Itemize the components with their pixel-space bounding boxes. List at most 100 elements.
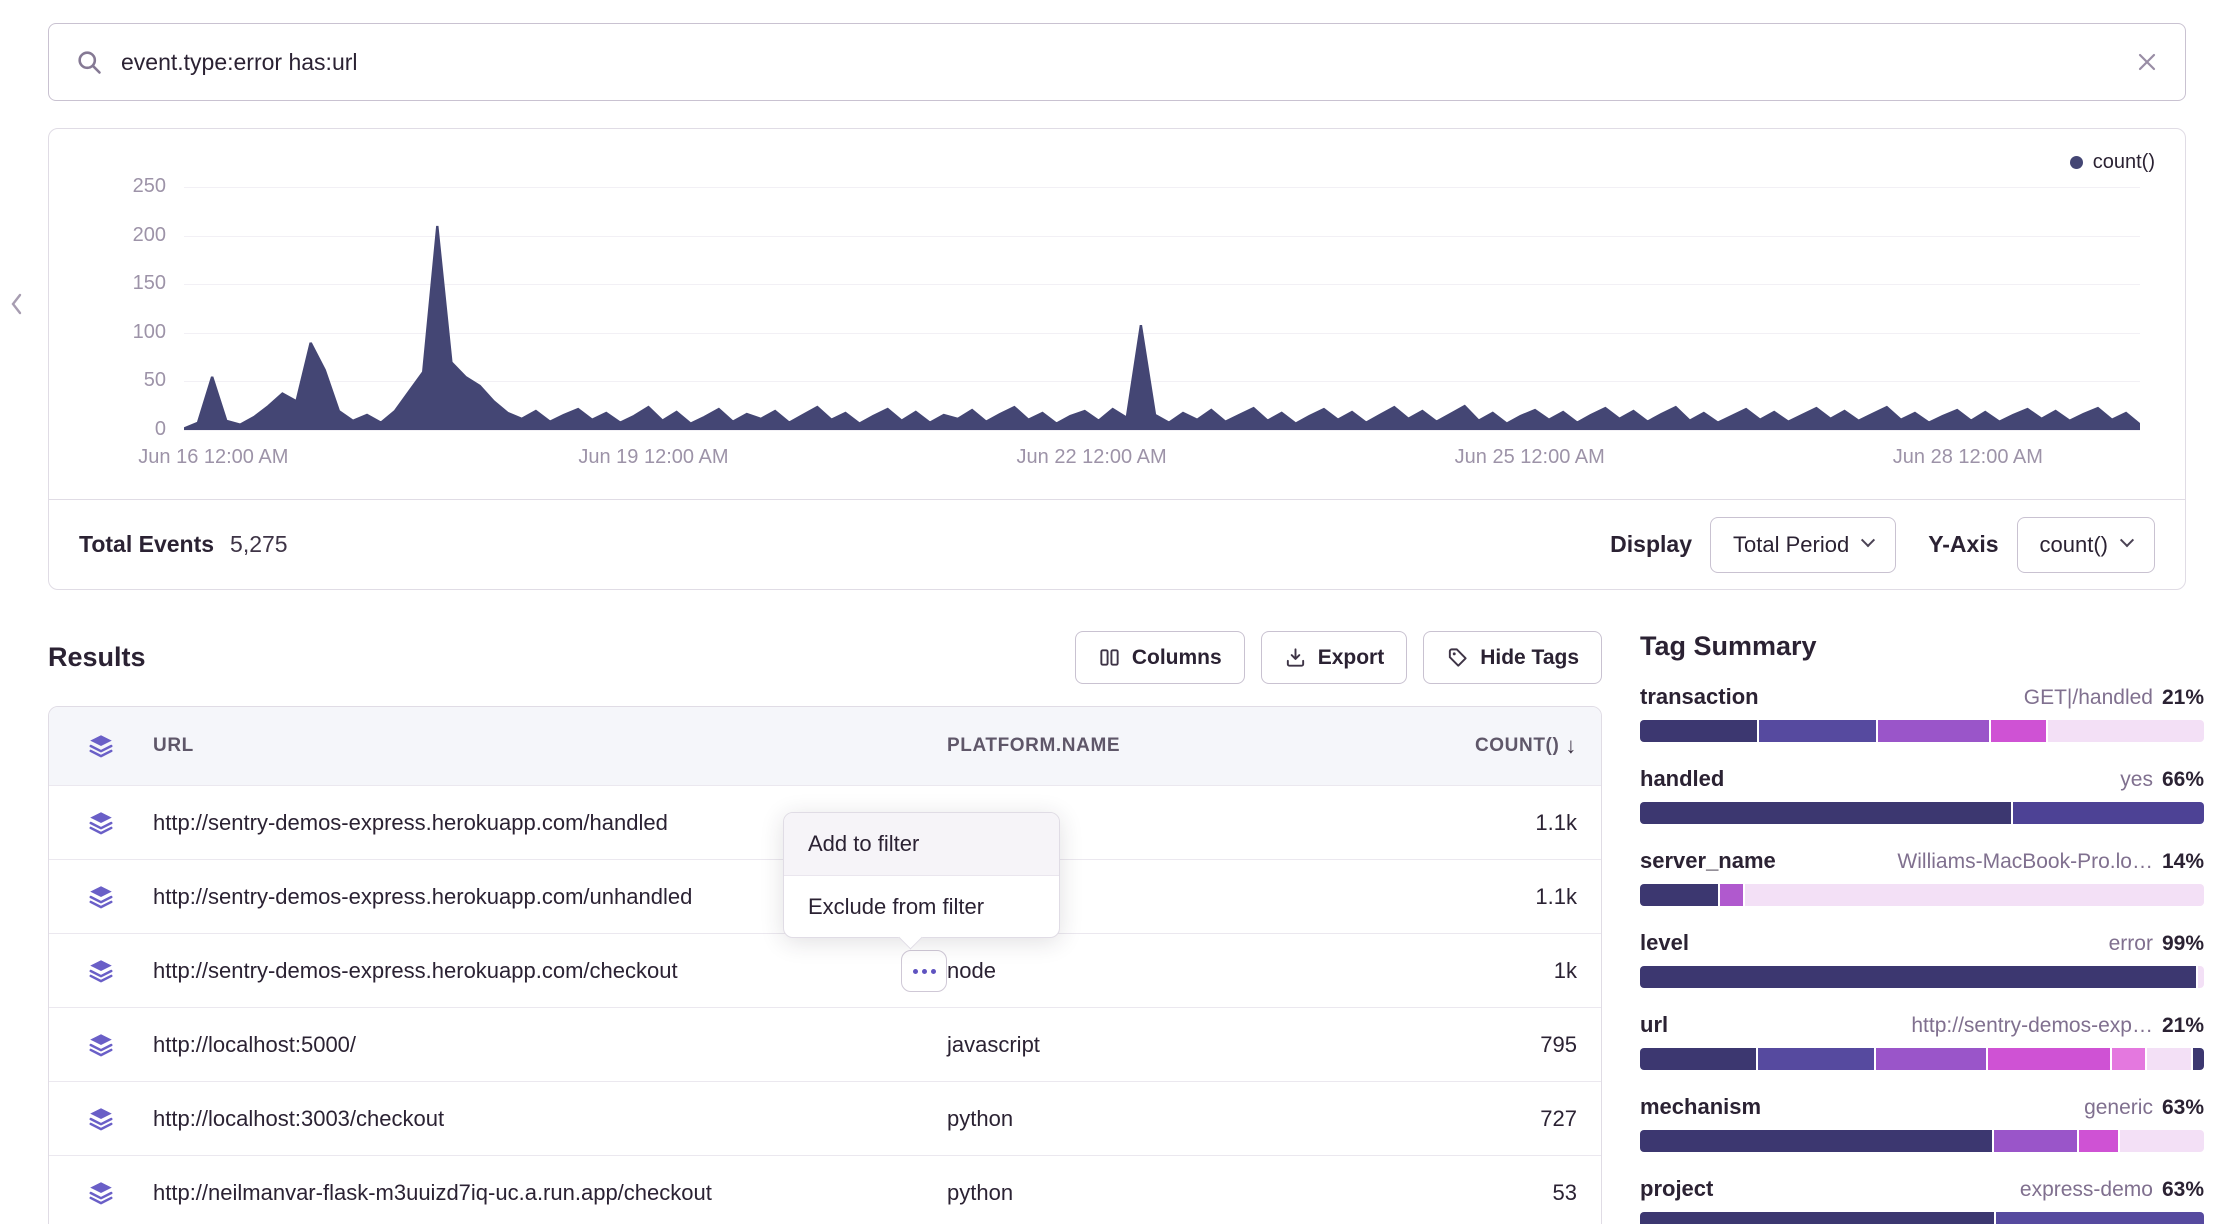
tag-top-percent: 14% [2162, 850, 2204, 874]
tag-top-value: error [2109, 932, 2153, 956]
tag-top-percent: 21% [2162, 1014, 2204, 1038]
tag-name: project [1640, 1176, 1713, 1202]
columns-button-label: Columns [1132, 646, 1222, 670]
x-axis-tick: Jun 25 12:00 AM [1455, 446, 1605, 469]
count-cell[interactable]: 1.1k [1377, 884, 1577, 910]
chart-plot-area: 250 200 150 100 50 0 Jun 16 12:00 AM Jun… [184, 187, 2140, 430]
tag-name: level [1640, 930, 1689, 956]
count-cell[interactable]: 1.1k [1377, 810, 1577, 836]
chart-footer: Total Events 5,275 Display Total Period … [49, 499, 2185, 589]
hide-tags-button-label: Hide Tags [1480, 646, 1579, 670]
search-icon [75, 48, 103, 76]
count-cell[interactable]: 1k [1377, 958, 1577, 984]
cell-actions-button[interactable] [901, 950, 947, 992]
y-axis-tick: 250 [96, 175, 166, 198]
display-dropdown-value: Total Period [1733, 532, 1849, 558]
tag-top-percent: 63% [2162, 1096, 2204, 1120]
tag-row-transaction: transaction GET|/handled 21% [1640, 684, 2204, 742]
total-events-label: Total Events [79, 531, 214, 558]
tag-top-percent: 99% [2162, 932, 2204, 956]
discover-page: event.type:error has:url count() 250 200… [0, 0, 2234, 1224]
tag-top-value: generic [2084, 1096, 2153, 1120]
search-query-text[interactable]: event.type:error has:url [121, 49, 2117, 76]
tag-icon [1446, 646, 1469, 669]
url-cell[interactable]: http://localhost:3003/checkout [153, 1106, 947, 1132]
x-axis-tick: Jun 22 12:00 AM [1017, 446, 1167, 469]
platform-cell[interactable]: python [947, 1106, 1377, 1132]
y-axis-tick: 200 [96, 224, 166, 247]
tag-distribution-bar[interactable] [1640, 802, 2204, 824]
tag-top-value: Williams-MacBook-Pro.lo… [1897, 850, 2153, 874]
export-icon [1284, 646, 1307, 669]
tag-top-percent: 21% [2162, 686, 2204, 710]
clear-search-icon[interactable] [2135, 50, 2159, 74]
search-input[interactable]: event.type:error has:url [48, 23, 2186, 101]
layers-icon[interactable] [49, 957, 153, 985]
count-cell[interactable]: 53 [1377, 1180, 1577, 1206]
platform-cell[interactable]: python [947, 1180, 1377, 1206]
tag-row-level: level error 99% [1640, 930, 2204, 988]
tag-row-server-name: server_name Williams-MacBook-Pro.lo… 14% [1640, 848, 2204, 906]
x-axis-tick: Jun 28 12:00 AM [1893, 446, 2043, 469]
table-row[interactable]: http://sentry-demos-express.herokuapp.co… [49, 933, 1601, 1007]
tag-distribution-bar[interactable] [1640, 1048, 2204, 1070]
layers-icon[interactable] [49, 883, 153, 911]
columns-button[interactable]: Columns [1075, 631, 1245, 684]
count-cell[interactable]: 795 [1377, 1032, 1577, 1058]
display-label: Display [1610, 531, 1692, 558]
gridline [184, 430, 2140, 431]
legend-dot-icon [2070, 156, 2083, 169]
layers-icon[interactable] [49, 1179, 153, 1207]
table-row[interactable]: http://localhost:5000/ javascript 795 [49, 1007, 1601, 1081]
tag-top-value: GET|/handled [2024, 686, 2153, 710]
y-axis-tick: 50 [96, 369, 166, 392]
url-cell[interactable]: http://localhost:5000/ [153, 1032, 947, 1058]
platform-cell[interactable]: javascript [947, 1032, 1377, 1058]
table-row[interactable]: http://neilmanvar-flask-m3uuizd7iq-uc.a.… [49, 1155, 1601, 1224]
cell-actions-context-menu: Add to filter Exclude from filter [783, 812, 1060, 938]
events-chart-panel: count() 250 200 150 100 50 0 Jun 16 12:0… [48, 128, 2186, 590]
tag-distribution-bar[interactable] [1640, 966, 2204, 988]
y-axis-tick: 100 [96, 321, 166, 344]
y-axis-dropdown[interactable]: count() [2017, 517, 2155, 573]
column-header-count[interactable]: COUNT() ↓ [1377, 733, 1577, 759]
legend-series-label: count() [2093, 151, 2155, 174]
url-cell[interactable]: http://sentry-demos-express.herokuapp.co… [153, 958, 947, 984]
tag-distribution-bar[interactable] [1640, 720, 2204, 742]
tag-name: transaction [1640, 684, 1759, 710]
results-table: URL PLATFORM.NAME COUNT() ↓ http://sentr… [48, 706, 1602, 1224]
tag-row-handled: handled yes 66% [1640, 766, 2204, 824]
layers-icon[interactable] [49, 809, 153, 837]
layers-icon[interactable] [49, 1105, 153, 1133]
table-row[interactable]: http://localhost:3003/checkout python 72… [49, 1081, 1601, 1155]
sort-desc-icon: ↓ [1565, 733, 1577, 759]
tag-name: mechanism [1640, 1094, 1761, 1120]
export-button[interactable]: Export [1261, 631, 1408, 684]
table-header-row: URL PLATFORM.NAME COUNT() ↓ [49, 707, 1601, 785]
tag-distribution-bar[interactable] [1640, 1130, 2204, 1152]
tag-summary-panel: Tag Summary transaction GET|/handled 21%… [1640, 631, 2204, 1224]
column-header-platform[interactable]: PLATFORM.NAME [947, 735, 1377, 757]
tag-top-percent: 63% [2162, 1178, 2204, 1202]
column-header-url[interactable]: URL [153, 735, 947, 757]
menu-item-exclude-from-filter[interactable]: Exclude from filter [784, 875, 1059, 937]
hide-tags-button[interactable]: Hide Tags [1423, 631, 1602, 684]
tag-distribution-bar[interactable] [1640, 884, 2204, 906]
tag-row-url: url http://sentry-demos-exp… 21% [1640, 1012, 2204, 1070]
chevron-down-icon [1861, 533, 1875, 547]
url-cell[interactable]: http://neilmanvar-flask-m3uuizd7iq-uc.a.… [153, 1180, 947, 1206]
display-dropdown[interactable]: Total Period [1710, 517, 1896, 573]
count-cell[interactable]: 727 [1377, 1106, 1577, 1132]
layers-icon[interactable] [49, 1031, 153, 1059]
y-axis-tick: 0 [96, 418, 166, 441]
tag-distribution-bar[interactable] [1640, 1212, 2204, 1224]
sidebar-collapse-handle[interactable] [8, 290, 24, 323]
menu-item-add-to-filter[interactable]: Add to filter [784, 813, 1059, 875]
chart-legend[interactable]: count() [2070, 151, 2155, 174]
platform-cell[interactable]: node [947, 958, 1377, 984]
layers-icon [49, 732, 153, 760]
tag-name: server_name [1640, 848, 1776, 874]
export-button-label: Export [1318, 646, 1385, 670]
event-volume-area-chart[interactable] [184, 187, 2140, 430]
results-title: Results [48, 642, 146, 673]
